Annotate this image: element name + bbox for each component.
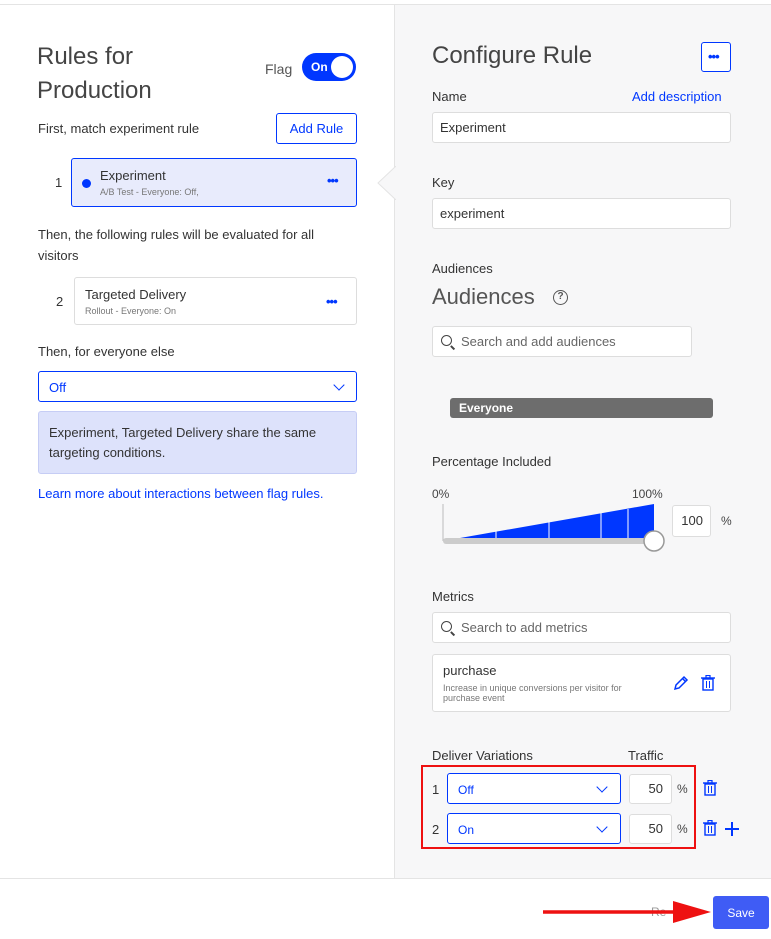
percentage-slider[interactable] [436,500,668,556]
key-field[interactable]: experiment [432,198,731,229]
metrics-search-input[interactable]: Search to add metrics [432,612,731,643]
configure-rule-title: Configure Rule [432,42,593,69]
rules-title-line1: Rules for [37,43,134,70]
flag-toggle[interactable]: On [302,53,356,81]
footer-divider [0,878,771,879]
rule-subtitle: A/B Test - Everyone: Off, [100,187,199,197]
name-field[interactable]: Experiment [432,112,731,143]
toggle-knob [331,56,353,78]
deliver-variations-label: Deliver Variations [432,748,533,763]
search-icon [441,335,452,346]
everyone-else-label: Then, for everyone else [38,344,175,359]
trash-icon[interactable] [703,780,717,796]
rule-subtitle: Rollout - Everyone: On [85,306,177,316]
more-dots-icon: ••• [708,49,720,64]
add-rule-button[interactable]: Add Rule [276,113,357,144]
slider-max-label: 100% [632,487,663,501]
audiences-heading: Audiences [432,284,535,309]
search-icon [441,621,452,632]
percentage-input[interactable]: 100 [672,505,711,537]
save-button[interactable]: Save [713,896,769,929]
everyone-else-value: Off [49,380,67,395]
metric-card-purchase: purchase Increase in unique conversions … [432,654,731,712]
everyone-else-select[interactable]: Off [38,371,357,402]
following-rules-label-line1: Then, the following rules will be evalua… [38,227,315,242]
key-label: Key [432,175,455,190]
flag-toggle-label: On [311,60,328,74]
arrow-annotation [543,901,711,923]
match-experiment-label: First, match experiment rule [38,121,200,136]
rule-card-experiment[interactable]: Experiment A/B Test - Everyone: Off, ••• [71,158,357,207]
metric-description: Increase in unique conversions per visit… [443,683,622,703]
rule-name: Targeted Delivery [85,287,187,302]
selection-caret [377,166,396,200]
slider-track [443,538,654,544]
rule-card-targeted-delivery[interactable]: Targeted Delivery Rollout - Everyone: On… [74,277,357,325]
help-icon[interactable]: ? [553,290,568,305]
more-dots-icon[interactable]: ••• [327,173,339,188]
metric-name: purchase [443,663,497,678]
following-rules-label-line2: visitors [38,248,79,263]
audience-search-input[interactable]: Search and add audiences [432,326,692,357]
flag-label: Flag [265,61,293,77]
slider-handle[interactable] [643,530,665,552]
chevron-down-icon [333,379,345,391]
audience-search-placeholder: Search and add audiences [461,334,616,349]
panel-divider [394,4,395,878]
audiences-label: Audiences [432,261,493,276]
metrics-search-placeholder: Search to add metrics [461,620,588,635]
rule-options-button[interactable]: ••• [701,42,731,72]
learn-more-link[interactable]: Learn more about interactions between fl… [38,486,323,501]
plus-icon-horizontal [725,828,739,830]
metrics-label: Metrics [432,589,474,604]
rule-number: 1 [55,175,63,190]
trash-icon[interactable] [701,675,715,691]
add-description-link[interactable]: Add description [632,89,722,104]
rule-number: 2 [56,294,64,309]
more-dots-icon[interactable]: ••• [326,294,338,309]
pencil-icon[interactable] [673,675,689,691]
slider-min-label: 0% [432,487,450,501]
rules-title-line2: Production [37,77,152,104]
shared-targeting-notice: Experiment, Targeted Delivery share the … [38,411,357,474]
traffic-label: Traffic [628,748,664,763]
percentage-label: Percentage Included [432,454,552,469]
audience-chip-everyone[interactable]: Everyone [450,398,713,418]
name-label: Name [432,89,467,104]
percentage-unit: % [721,514,732,528]
highlight-box [421,765,696,849]
following-rules-label: Then, the following rules will be evalua… [38,224,358,266]
trash-icon[interactable] [703,820,717,836]
plus-icon[interactable] [724,821,740,837]
rule-name: Experiment [100,168,166,183]
active-dot-icon [82,179,91,188]
rules-title: Rules for Production [37,40,197,108]
